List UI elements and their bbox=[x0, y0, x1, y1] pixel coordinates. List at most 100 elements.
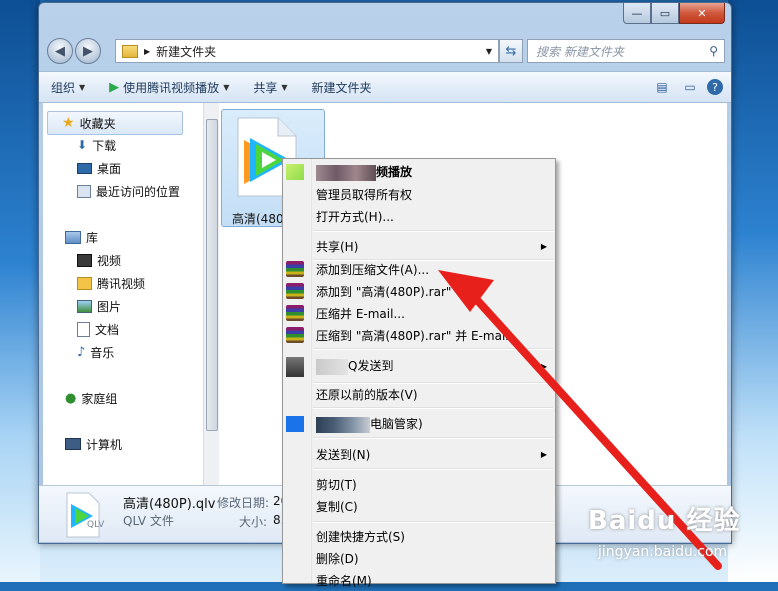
nav-recent-label: 最近访问的位置 bbox=[96, 184, 181, 199]
share-label: 共享 bbox=[253, 80, 278, 95]
menu-item-add-to-archive[interactable]: 添加到压缩文件(A)... bbox=[283, 258, 555, 280]
maximize-button[interactable]: ▭ bbox=[651, 3, 679, 24]
details-file-type: QLV 文件 bbox=[123, 514, 174, 528]
tencent-video-icon bbox=[286, 164, 304, 180]
menu-item-open-with[interactable]: 打开方式(H)... bbox=[283, 205, 555, 227]
menu-item-label: Q发送到 bbox=[316, 357, 393, 375]
scrollbar-thumb[interactable] bbox=[206, 119, 218, 431]
play-icon: ▶ bbox=[109, 79, 120, 95]
navigation-pane: ★ 收藏夹 ⬇ 下载 桌面 最近访问的位置 库 视频 腾讯视频 图片 文档 ♪ … bbox=[43, 103, 203, 485]
search-placeholder: 搜索 新建文件夹 bbox=[536, 44, 624, 59]
star-icon: ★ bbox=[62, 115, 75, 131]
nav-documents[interactable]: 文档 bbox=[77, 318, 119, 340]
menu-item-play-tencent[interactable]: 频播放 bbox=[283, 161, 555, 183]
pictures-library-icon bbox=[77, 299, 92, 313]
menu-item-label: 复制(C) bbox=[316, 499, 358, 514]
winrar-icon bbox=[286, 327, 304, 343]
recent-places-icon bbox=[77, 184, 91, 198]
search-icon[interactable]: ⚲ bbox=[709, 44, 718, 58]
menu-item-label: 管理员取得所有权 bbox=[316, 187, 413, 202]
search-input[interactable]: 搜索 新建文件夹 ⚲ bbox=[527, 39, 725, 63]
minimize-button[interactable]: — bbox=[623, 3, 651, 24]
menu-item-restore-previous[interactable]: 还原以前的版本(V) bbox=[283, 383, 555, 405]
forward-button[interactable]: ▶ bbox=[75, 38, 101, 64]
nav-downloads-label: 下载 bbox=[92, 138, 117, 153]
submenu-arrow-icon: ▶ bbox=[540, 449, 547, 459]
share-menu-button[interactable]: 共享 ▼ bbox=[241, 79, 299, 96]
nav-libraries-label: 库 bbox=[86, 230, 99, 245]
address-bar[interactable]: ▶ 新建文件夹 ▼ bbox=[115, 39, 499, 63]
blurred-text bbox=[316, 164, 376, 181]
nav-videos[interactable]: 视频 bbox=[77, 249, 121, 271]
help-icon[interactable]: ? bbox=[707, 79, 723, 95]
menu-item-send-to[interactable]: 发送到(N) ▶ bbox=[283, 443, 555, 465]
tencent-video-folder-icon bbox=[77, 276, 92, 290]
menu-separator bbox=[313, 348, 553, 350]
view-options-icon[interactable]: ▤ bbox=[651, 76, 673, 98]
menu-item-label: 添加到 "高清(480P).rar" bbox=[316, 284, 452, 299]
homegroup-icon: ● bbox=[65, 390, 77, 406]
nav-music[interactable]: ♪ 音乐 bbox=[77, 341, 114, 363]
nav-videos-label: 视频 bbox=[97, 253, 122, 268]
chevron-down-icon: ▼ bbox=[281, 82, 288, 92]
menu-item-share[interactable]: 共享(H) ▶ bbox=[283, 235, 555, 257]
tencent-video-file-icon bbox=[66, 492, 100, 538]
nav-computer[interactable]: 计算机 bbox=[65, 433, 122, 455]
menu-item-compress-email[interactable]: 压缩并 E-mail... bbox=[283, 302, 555, 324]
nav-desktop[interactable]: 桌面 bbox=[77, 157, 121, 179]
menu-item-compress-to-rar-email[interactable]: 压缩到 "高清(480P).rar" 并 E-mail bbox=[283, 324, 555, 346]
file-ext-label: QLV bbox=[87, 520, 105, 530]
menu-item-qq-send[interactable]: Q发送到 ▶ bbox=[283, 353, 555, 379]
menu-item-take-ownership[interactable]: 管理员取得所有权 bbox=[283, 183, 555, 205]
close-button[interactable]: ✕ bbox=[679, 3, 725, 24]
context-menu: 频播放 管理员取得所有权 打开方式(H)... 共享(H) ▶ 添加到压缩文件(… bbox=[282, 158, 556, 588]
menu-item-pc-manager[interactable]: 电脑管家) bbox=[283, 413, 555, 435]
details-modified-label: 修改日期: bbox=[217, 496, 270, 510]
menu-item-rename[interactable]: 重命名(M) bbox=[283, 569, 555, 591]
nav-tencent-video[interactable]: 腾讯视频 bbox=[77, 272, 145, 294]
menu-item-create-shortcut[interactable]: 创建快捷方式(S) bbox=[283, 525, 555, 547]
submenu-arrow-icon: ▶ bbox=[540, 361, 547, 371]
menu-item-text: 电脑管家) bbox=[370, 417, 423, 432]
organize-menu-button[interactable]: 组织 ▼ bbox=[39, 79, 97, 96]
breadcrumb-separator-icon: ▶ bbox=[144, 46, 151, 56]
winrar-icon bbox=[286, 305, 304, 321]
address-dropdown-icon[interactable]: ▼ bbox=[486, 47, 492, 56]
preview-pane-icon[interactable]: ▭ bbox=[679, 76, 701, 98]
navigation-pane-scrollbar[interactable] bbox=[203, 103, 219, 485]
menu-item-add-to-rar[interactable]: 添加到 "高清(480P).rar" bbox=[283, 280, 555, 302]
play-with-tencent-button[interactable]: ▶ 使用腾讯视频播放 ▼ bbox=[97, 79, 241, 96]
breadcrumb-current-folder[interactable]: 新建文件夹 bbox=[156, 43, 216, 60]
menu-item-label: 剪切(T) bbox=[316, 477, 357, 492]
menu-item-label: 电脑管家) bbox=[316, 415, 423, 433]
nav-downloads[interactable]: ⬇ 下载 bbox=[77, 134, 116, 156]
watermark-url: jingyan.baidu.com bbox=[598, 544, 728, 560]
folder-icon bbox=[122, 44, 138, 58]
new-folder-label: 新建文件夹 bbox=[311, 80, 372, 95]
nav-pictures[interactable]: 图片 bbox=[77, 295, 121, 317]
nav-recent-places[interactable]: 最近访问的位置 bbox=[77, 180, 180, 202]
pc-manager-icon bbox=[286, 416, 304, 432]
nav-libraries[interactable]: 库 bbox=[65, 226, 98, 248]
desktop-icon bbox=[77, 162, 92, 174]
new-folder-button[interactable]: 新建文件夹 bbox=[300, 79, 384, 96]
menu-item-delete[interactable]: 删除(D) bbox=[283, 547, 555, 569]
music-note-icon: ♪ bbox=[77, 344, 86, 360]
computer-icon bbox=[65, 438, 81, 450]
menu-item-copy[interactable]: 复制(C) bbox=[283, 495, 555, 517]
nav-homegroup-label: 家庭组 bbox=[81, 391, 118, 406]
organize-label: 组织 bbox=[51, 80, 76, 95]
view-controls: ▤ ▭ ? bbox=[651, 76, 723, 98]
forward-arrow-icon: ▶ bbox=[83, 43, 93, 59]
refresh-button[interactable]: ⇆ bbox=[499, 39, 523, 63]
menu-item-label: 还原以前的版本(V) bbox=[316, 387, 418, 402]
nav-documents-label: 文档 bbox=[95, 322, 120, 337]
library-icon bbox=[65, 230, 81, 244]
nav-favorites[interactable]: ★ 收藏夹 bbox=[47, 111, 183, 135]
back-arrow-icon: ◀ bbox=[55, 43, 65, 59]
back-button[interactable]: ◀ bbox=[47, 38, 73, 64]
refresh-icon: ⇆ bbox=[505, 43, 517, 59]
desktop-wallpaper-right bbox=[728, 0, 778, 582]
menu-item-cut[interactable]: 剪切(T) bbox=[283, 473, 555, 495]
nav-homegroup[interactable]: ● 家庭组 bbox=[65, 387, 117, 409]
